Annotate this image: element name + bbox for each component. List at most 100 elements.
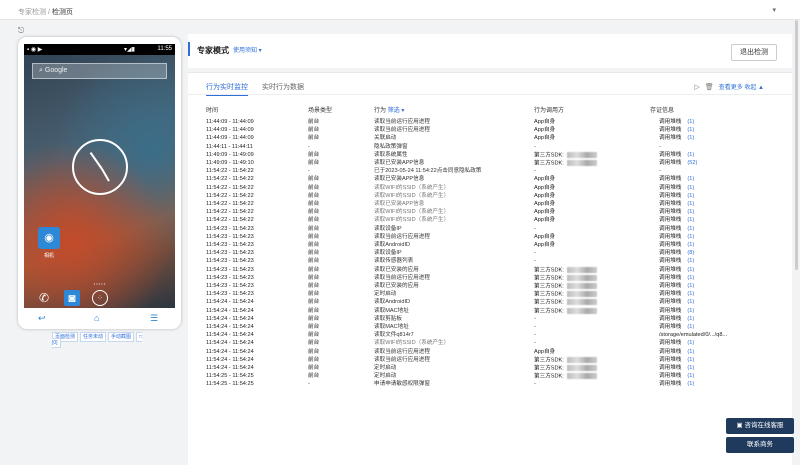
user-menu[interactable]: ▾ [772,6,776,14]
back-icon[interactable]: ↩ [38,313,46,324]
cell-evidence: 调用堆栈 (1) [659,356,695,363]
cell-scene: 前台 [308,348,320,355]
cell-evidence: 调用堆栈 (1) [659,184,695,191]
stack-count-link[interactable]: (8) [687,250,694,256]
stack-count-link[interactable]: (1) [687,373,694,379]
stack-count-link[interactable]: (1) [687,201,694,207]
table-row: 11:54:22 - 11:54:22 前台 读取WIFI的SSID（系统产生） Ap… [188,193,792,201]
play-icon[interactable]: ▷ [694,84,699,91]
stack-count-link[interactable]: (1) [687,316,694,322]
cell-scene: 前台 [308,299,320,306]
breadcrumb-parent[interactable]: 专家检测 [18,9,46,16]
cell-caller: 第三方SDK: [534,356,597,365]
stack-count-link[interactable]: (1) [687,226,694,232]
stack-count-link[interactable]: (1) [687,217,694,223]
tab-realtime-monitor[interactable]: 行为实时监控 [206,82,248,96]
stack-count-link[interactable]: (1) [687,242,694,248]
cell-time: 11:49:09 - 11:49:10 [206,160,254,166]
cell-scene: - [308,168,310,175]
stack-count-link[interactable]: (1) [687,152,694,158]
cell-scene: 前台 [308,258,320,265]
cell-behavior: 读取WIFI的SSID（系统产生） [374,209,450,216]
cell-caller: 第三方SDK: [534,291,597,299]
cell-evidence: - [659,168,661,175]
cell-scene: 前台 [308,373,320,380]
exit-button[interactable]: 退出检测 [731,44,777,61]
camera-app-icon[interactable]: ◉ [38,227,60,249]
filter-dropdown[interactable]: 筛选 ▾ [388,108,405,114]
phone-screen[interactable]: ▪ ◉ ▶ ▾◢▮ 11:55 ⌕ Google ◉ 相机 • • • • • … [24,44,175,308]
page-dots: • • • • • [93,281,106,286]
stack-count-link[interactable]: (1) [687,324,694,330]
howto-link[interactable]: 使用须知 ▾ [233,45,262,54]
task-button[interactable]: 任务未动 [80,332,107,342]
collapse-link[interactable]: 收起 ▲ [744,85,764,91]
table-body: 11:44:09 - 11:44:09 前台 读取当前运行应用进程 App自身 调用堆栈… [188,119,792,465]
cell-evidence: 调用堆栈 (1) [659,209,695,216]
table-row: 11:54:22 - 11:54:22 前台 读取WIFI的SSID（系统产生） Ap… [188,209,792,217]
cell-behavior: 读取已安装APP信息 [374,176,425,183]
stack-count-link[interactable]: (1) [687,127,694,133]
cell-evidence: 调用堆栈 (1) [659,233,695,240]
stack-count-link[interactable]: (1) [687,185,694,191]
stack-count-link[interactable]: (1) [687,267,694,273]
stack-count-link[interactable]: (1) [687,176,694,182]
cell-scene: 前台 [308,127,320,134]
cell-behavior: 关联启动 [374,135,397,142]
cell-evidence: 调用堆栈 (1) [659,348,695,355]
stack-count-link[interactable]: (1) [687,340,694,346]
cell-caller: - [534,381,536,388]
contact-business-button[interactable]: 联系商务 [726,437,794,453]
cell-behavior: 定时启动 [374,291,397,298]
google-search-bar[interactable]: ⌕ Google [32,63,167,79]
cell-evidence: /storage/emulated/0/.../q8... [659,332,728,339]
phone-app-icon[interactable]: ✆ [36,290,52,306]
cell-behavior: 读取AndroidID [374,299,411,306]
cell-evidence: 调用堆栈 (1) [659,119,695,125]
stack-count-link[interactable]: (1) [687,381,694,387]
table-row: 11:54:23 - 11:54:23 前台 读取当前运行应用进程 App自身 调用堆栈… [188,234,792,242]
top-bar: 专家检测 / 检测页 ▾ [0,0,800,20]
home-icon[interactable]: ⌂ [94,313,99,323]
dock: ✆ ◙ ⁘ [24,290,175,308]
cell-scene: 前台 [308,176,320,183]
cell-scene: 前台 [308,274,320,281]
tab-realtime-data[interactable]: 实时行为数据 [262,82,304,92]
cell-caller: 第三方SDK: [534,365,597,373]
stack-count-link[interactable]: (1) [687,234,694,240]
view-more-link[interactable]: 查看更多 [719,85,743,91]
scrollbar[interactable] [795,20,798,270]
cell-caller: App自身 [534,348,556,355]
cell-evidence: 调用堆栈 (1) [659,315,695,322]
stack-count-link[interactable]: (1) [687,193,694,199]
screenshot-button[interactable]: 手动截图 [108,332,135,342]
stack-count-link[interactable]: (1) [687,308,694,314]
cell-scene: 前台 [308,283,320,289]
stack-count-link[interactable]: (1) [687,357,694,363]
cell-evidence: 调用堆栈 (1) [659,373,695,380]
cell-time: 11:54:24 - 11:54:24 [206,299,254,306]
app-drawer-icon[interactable]: ⁘ [92,290,108,306]
stack-count-link[interactable]: (52) [687,160,697,166]
table-row: 11:44:09 - 11:44:09 前台 读取当前运行应用进程 App自身 调用堆栈… [188,127,792,135]
trash-icon[interactable]: 🗑 [705,84,714,91]
stack-count-link[interactable]: (1) [687,291,694,297]
cell-scene: 前台 [308,291,320,298]
contacts-app-icon[interactable]: ◙ [64,290,80,306]
cell-time: 11:54:23 - 11:54:23 [206,225,254,232]
stack-count-link[interactable]: (1) [687,119,694,125]
cell-time: 11:54:23 - 11:54:23 [206,274,254,281]
menu-icon[interactable]: ☰ [150,313,158,324]
cell-time: 11:54:24 - 11:54:24 [206,356,254,363]
stack-count-link[interactable]: (1) [687,209,694,215]
stack-count-link[interactable]: (1) [687,365,694,371]
stack-count-link[interactable]: (1) [687,275,694,281]
stack-count-link[interactable]: (1) [687,299,694,305]
cell-evidence: 调用堆栈 (1) [659,127,695,134]
stack-count-link[interactable]: (1) [687,349,694,355]
stack-count-link[interactable]: (1) [687,258,694,264]
stack-count-link[interactable]: (1) [687,135,694,141]
cell-behavior: 读取当前运行应用进程 [374,127,430,134]
online-service-button[interactable]: ▣ 咨询在线客服 [726,418,794,434]
stack-count-link[interactable]: (1) [687,283,694,289]
